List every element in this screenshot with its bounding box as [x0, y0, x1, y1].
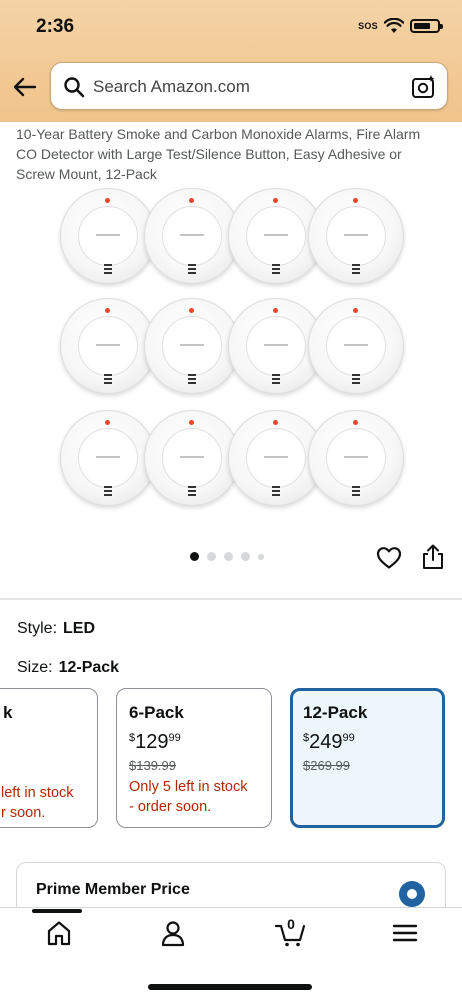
home-indicator: [148, 984, 312, 990]
back-arrow-icon[interactable]: [10, 72, 40, 102]
product-page: 2:36 SOS 10-Year Batt: [0, 0, 462, 1000]
pagination-dot[interactable]: [258, 553, 264, 560]
size-option-card[interactable]: k left in stock r soon.: [0, 688, 98, 828]
size-option-card-selected[interactable]: 12-Pack $24999 $269.99: [290, 688, 445, 828]
cart-count: 0: [287, 916, 295, 932]
account-icon[interactable]: [158, 918, 188, 948]
size-option-name: k: [3, 703, 13, 722]
pagination-dot[interactable]: [207, 552, 216, 561]
prime-radio-button[interactable]: [399, 881, 425, 907]
detector-image: [308, 298, 404, 394]
style-label: Style:: [17, 620, 58, 637]
detector-image: [308, 188, 404, 284]
size-selector: Size: 12-Pack: [17, 659, 119, 677]
detector-image: [144, 410, 240, 506]
nav-active-indicator: [32, 909, 82, 913]
size-label: Size:: [17, 659, 53, 676]
style-value: LED: [63, 620, 96, 637]
search-input[interactable]: [93, 71, 393, 103]
detector-image: [308, 410, 404, 506]
pagination-dot[interactable]: [190, 552, 199, 561]
image-pagination: [190, 552, 264, 561]
prime-price-label: Prime Member Price: [36, 881, 190, 898]
search-icon: [64, 77, 85, 98]
share-icon[interactable]: [422, 544, 444, 570]
home-icon[interactable]: [44, 918, 74, 948]
size-option-card[interactable]: 6-Pack $12999 $139.99 Only 5 left in sto…: [116, 688, 272, 828]
wifi-icon: [384, 18, 404, 33]
status-time: 2:36: [36, 16, 75, 37]
section-divider: [0, 598, 462, 600]
size-option-list-price: $139.99: [129, 758, 176, 773]
size-option-name: 6-Pack: [129, 703, 184, 722]
product-title: 10-Year Battery Smoke and Carbon Monoxid…: [16, 126, 421, 182]
pagination-dot[interactable]: [224, 552, 233, 561]
size-option-list-price: $269.99: [303, 758, 350, 773]
status-indicators: SOS: [358, 18, 443, 34]
size-option-name: 12-Pack: [303, 703, 368, 722]
detector-image: [60, 188, 156, 284]
stock-warning: Only 5 left in stock - order soon.: [129, 779, 248, 815]
size-value: 12-Pack: [58, 659, 120, 676]
battery-icon: [410, 19, 443, 33]
sos-indicator: SOS: [358, 21, 378, 31]
header: 2:36 SOS: [0, 0, 462, 122]
search-bar[interactable]: [50, 62, 448, 110]
detector-image: [60, 298, 156, 394]
size-option-price: $24999: [303, 731, 355, 753]
style-selector: Style: LED: [17, 620, 95, 638]
camera-search-icon[interactable]: [411, 74, 437, 100]
detector-image: [144, 298, 240, 394]
detector-image: [60, 410, 156, 506]
menu-icon[interactable]: [390, 918, 420, 948]
size-option-price: $12999: [129, 731, 181, 753]
product-image-gallery[interactable]: [60, 188, 404, 524]
pagination-dot[interactable]: [241, 552, 250, 561]
stock-warning: left in stock r soon.: [1, 785, 74, 821]
detector-image: [144, 188, 240, 284]
heart-icon[interactable]: [376, 546, 402, 570]
